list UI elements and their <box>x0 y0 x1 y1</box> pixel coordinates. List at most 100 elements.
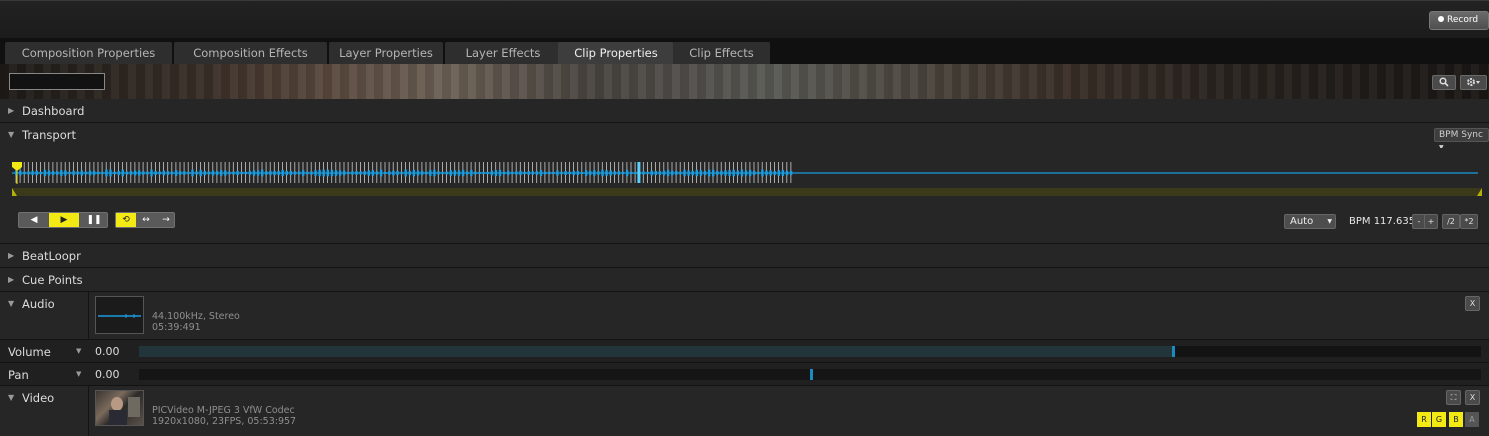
record-button[interactable]: Record <box>1429 11 1489 30</box>
waveform-peak <box>154 170 157 176</box>
waveform-peak <box>252 170 256 176</box>
section-audio: ▼ Audio 44.100kHz, Stereo 05:39:491 X <box>0 292 1489 340</box>
section-beatloopr[interactable]: ▶ BeatLoopr <box>0 244 1489 268</box>
waveform-peak <box>597 171 600 175</box>
waveform-peak <box>113 171 116 175</box>
waveform-peak <box>19 170 22 176</box>
waveform-peak <box>593 170 596 176</box>
waveform-peak <box>170 171 174 175</box>
tab-composition-effects[interactable]: Composition Effects <box>174 42 327 64</box>
waveform-peak <box>564 170 567 176</box>
waveform-peak <box>515 171 518 175</box>
pan-slider-handle[interactable] <box>810 369 813 380</box>
waveform-peak <box>23 171 26 175</box>
section-transport[interactable]: ▼ Transport BPM Sync ▼ <box>0 123 1489 151</box>
waveform-peak <box>72 170 75 176</box>
tab-composition-properties[interactable]: Composition Properties <box>5 42 172 64</box>
section-label: Dashboard <box>22 104 85 118</box>
waveform-peak <box>240 171 243 175</box>
waveform-peak <box>367 170 370 176</box>
play-forward-button[interactable]: ▶ <box>49 213 79 227</box>
pan-value[interactable]: 0.00 <box>95 368 120 381</box>
waveform-peak <box>396 170 399 176</box>
waveform-peak <box>527 171 530 175</box>
waveform-peak <box>420 170 424 176</box>
waveform-peak <box>109 169 112 177</box>
section-cue-points[interactable]: ▶ Cue Points <box>0 268 1489 292</box>
waveform-peak <box>314 170 317 176</box>
timeline-track <box>12 188 1482 196</box>
volume-slider-fill <box>139 346 1173 357</box>
clip-name-input[interactable] <box>9 73 105 90</box>
waveform-peak <box>269 170 272 176</box>
volume-slider-handle[interactable] <box>1172 346 1176 357</box>
audio-close-button[interactable]: X <box>1465 296 1480 311</box>
waveform-peak <box>207 171 211 175</box>
waveform-peak <box>470 169 473 177</box>
search-button[interactable] <box>1432 75 1456 90</box>
waveform-peak <box>650 170 653 176</box>
waveform-peak <box>662 170 666 176</box>
waveform-peak <box>60 170 63 176</box>
waveform-peak <box>478 171 481 175</box>
volume-value[interactable]: 0.00 <box>95 345 120 358</box>
bpm-double-button[interactable]: *2 <box>1460 214 1478 229</box>
channel-b-toggle[interactable]: B <box>1449 412 1463 427</box>
tab-clip-properties[interactable]: Clip Properties <box>558 42 674 64</box>
pause-button[interactable]: ❚❚ <box>79 213 109 227</box>
waveform-peak <box>318 169 321 177</box>
waveform-peak <box>162 170 165 176</box>
property-tabs: Composition Properties Composition Effec… <box>0 38 1489 64</box>
fullscreen-button[interactable]: ⛶ <box>1446 390 1461 405</box>
waveform-peak <box>125 171 129 175</box>
bpm-half-button[interactable]: /2 <box>1442 214 1460 229</box>
waveform-peak <box>675 170 678 176</box>
bpm-plus-button[interactable]: + <box>1424 214 1438 229</box>
waveform-peak <box>699 170 703 176</box>
waveform-peak <box>765 170 768 176</box>
bounce-icon[interactable]: ↔ <box>136 213 156 227</box>
section-label: Video <box>22 391 55 405</box>
waveform-peak <box>482 171 485 175</box>
bpm-sync-dropdown[interactable]: BPM Sync ▼ <box>1434 128 1489 151</box>
waveform-timeline[interactable] <box>12 160 1486 198</box>
waveform <box>12 162 1482 196</box>
waveform-peak <box>404 169 407 177</box>
tab-layer-effects[interactable]: Layer Effects <box>445 42 561 64</box>
video-details: 1920x1080, 23FPS, 05:53:957 <box>152 416 297 427</box>
loop-icon[interactable]: ⟲ <box>116 213 136 227</box>
caret-down-icon[interactable]: ▼ <box>8 299 14 308</box>
tab-layer-properties[interactable]: Layer Properties <box>329 42 443 64</box>
section-label: BeatLoopr <box>22 249 81 263</box>
volume-slider[interactable] <box>139 346 1481 357</box>
waveform-peak <box>753 170 756 176</box>
channel-a-toggle[interactable]: A <box>1465 412 1479 427</box>
waveform-peak <box>687 170 690 176</box>
caret-down-icon[interactable]: ▼ <box>8 393 14 402</box>
chevron-down-icon: ▼ <box>1327 218 1332 225</box>
video-close-button[interactable]: X <box>1465 390 1480 405</box>
tab-clip-effects[interactable]: Clip Effects <box>673 42 770 64</box>
chevron-down-icon[interactable]: ▼ <box>76 370 81 378</box>
waveform-peak <box>281 169 284 177</box>
section-dashboard[interactable]: ▶ Dashboard <box>0 99 1489 123</box>
play-reverse-button[interactable]: ◀ <box>19 213 49 227</box>
waveform-peak <box>88 170 92 176</box>
play-once-icon[interactable]: → <box>156 213 176 227</box>
tempo-mode-select[interactable]: Auto ▼ <box>1284 214 1336 229</box>
waveform-peak <box>392 170 395 176</box>
bpm-readout: BPM 117.635 <box>1349 216 1416 227</box>
waveform-peak <box>265 171 268 175</box>
waveform-peak <box>35 170 38 176</box>
waveform-peak <box>248 170 252 176</box>
waveform-peak <box>142 171 145 175</box>
waveform-peak <box>277 170 280 176</box>
channel-g-toggle[interactable]: G <box>1432 412 1446 427</box>
waveform-peak <box>720 170 723 176</box>
pan-slider[interactable] <box>139 369 1481 380</box>
waveform-peak <box>789 170 793 176</box>
chevron-down-icon[interactable]: ▼ <box>76 347 81 355</box>
waveform-peak <box>584 170 588 176</box>
channel-r-toggle[interactable]: R <box>1417 412 1431 427</box>
settings-button[interactable] <box>1460 75 1487 90</box>
